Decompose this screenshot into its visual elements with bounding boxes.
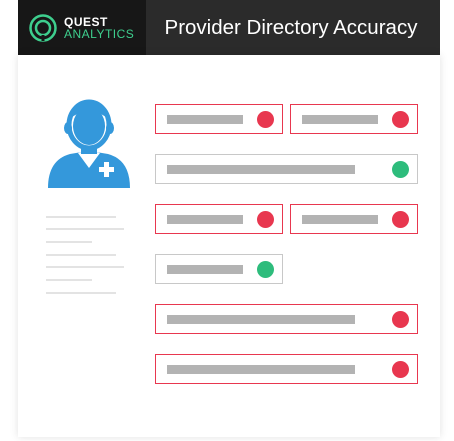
- field-placeholder-bar: [167, 365, 355, 374]
- logo: QUEST ANALYTICS: [18, 0, 146, 55]
- valid-status-icon: [392, 161, 409, 178]
- quest-logo-icon: [29, 13, 57, 42]
- error-status-icon: [392, 361, 409, 378]
- field-placeholder-bar: [167, 115, 243, 124]
- field-row4: [155, 254, 283, 284]
- text-line: [46, 292, 116, 294]
- field-placeholder-bar: [167, 315, 355, 324]
- error-status-icon: [392, 311, 409, 328]
- header: QUEST ANALYTICS Provider Directory Accur…: [18, 0, 440, 55]
- field-row2: [155, 154, 418, 184]
- field-placeholder-bar: [302, 215, 378, 224]
- field-row3-left: [155, 204, 283, 234]
- text-line: [46, 241, 92, 243]
- field-row3-right: [290, 204, 418, 234]
- logo-quest-text: QUEST: [64, 14, 108, 29]
- field-row1-right: [290, 104, 418, 134]
- field-placeholder-bar: [167, 165, 355, 174]
- error-status-icon: [392, 211, 409, 228]
- field-placeholder-bar: [167, 215, 243, 224]
- text-line: [46, 266, 124, 268]
- error-status-icon: [257, 211, 274, 228]
- doctor-avatar-icon: [48, 99, 130, 188]
- valid-status-icon: [257, 261, 274, 278]
- field-placeholder-bar: [167, 265, 243, 274]
- text-line: [46, 216, 116, 218]
- text-line: [46, 279, 92, 281]
- field-placeholder-bar: [302, 115, 378, 124]
- field-row1-left: [155, 104, 283, 134]
- logo-analytics-text: ANALYTICS: [64, 26, 135, 41]
- text-line: [46, 228, 124, 230]
- page-title: Provider Directory Accuracy: [164, 15, 418, 39]
- field-row5: [155, 304, 418, 334]
- field-row6: [155, 354, 418, 384]
- error-status-icon: [257, 111, 274, 128]
- text-line: [46, 254, 116, 256]
- logo-text: QUEST ANALYTICS: [64, 16, 134, 40]
- error-status-icon: [392, 111, 409, 128]
